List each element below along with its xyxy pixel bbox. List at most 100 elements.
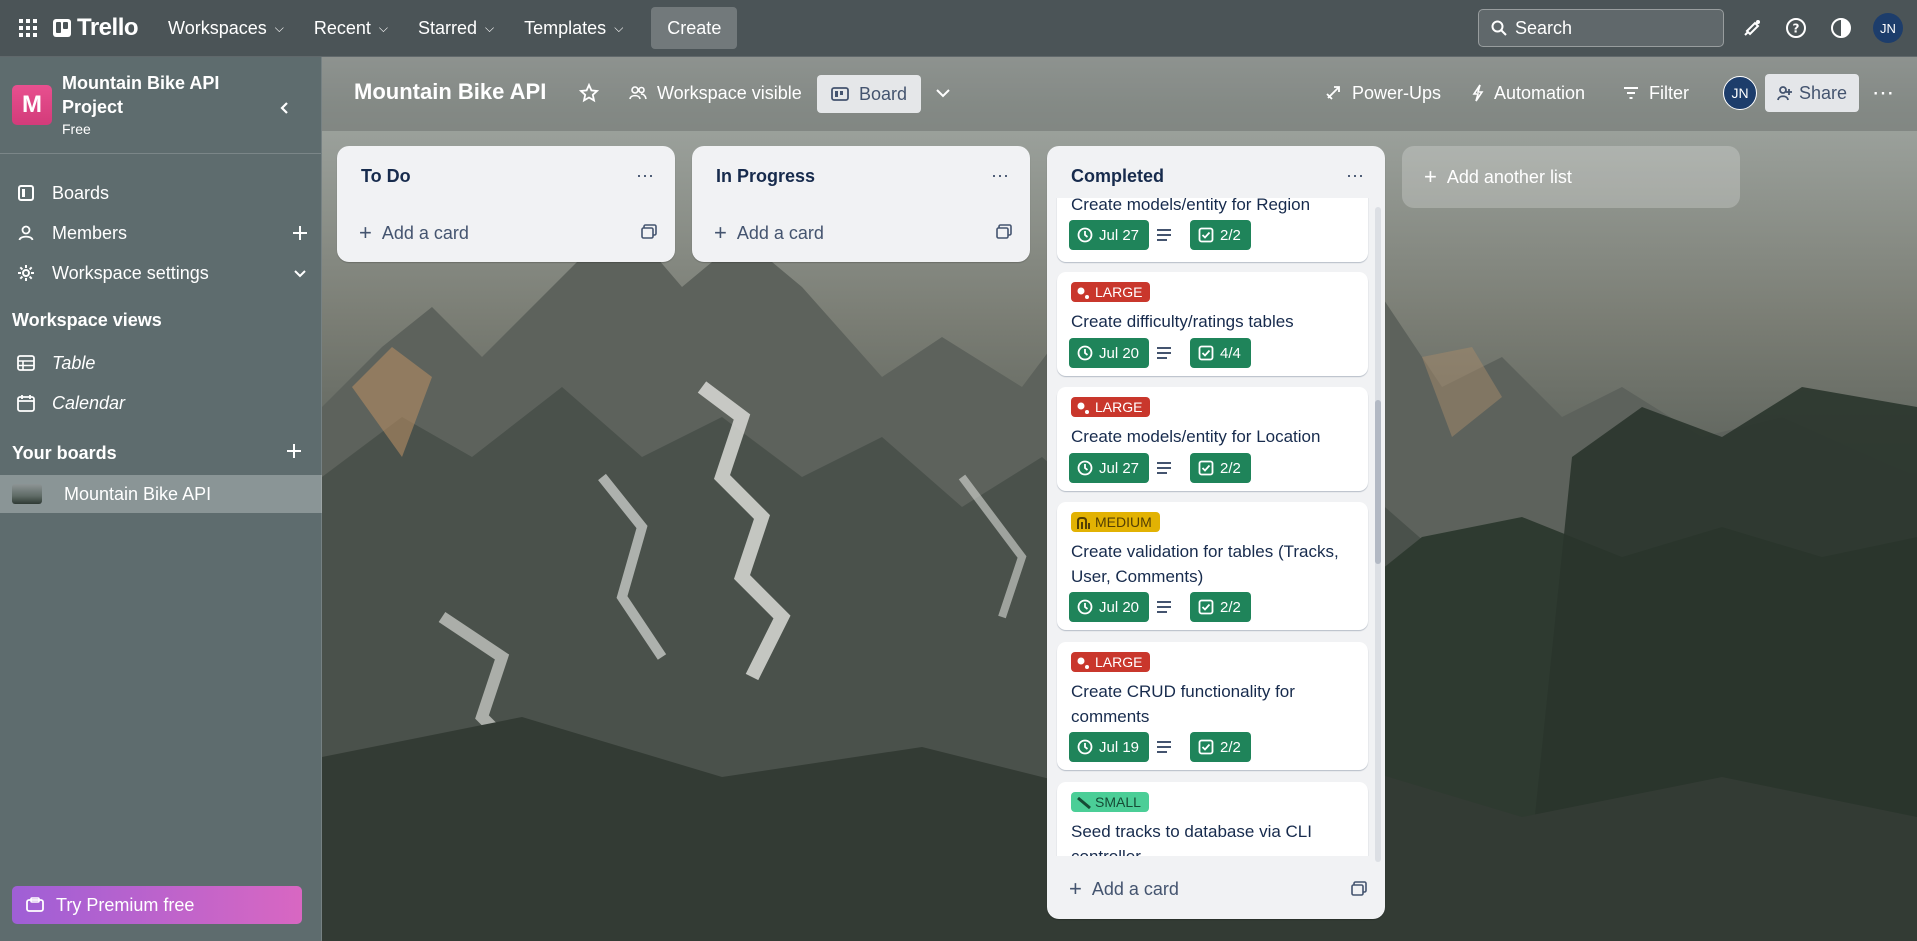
app-name: Trello	[77, 14, 139, 41]
list-menu-icon[interactable]: ⋯	[1346, 166, 1365, 187]
nav-starred[interactable]: Starred ⌵	[406, 11, 506, 45]
nav-templates-label: Templates	[524, 17, 607, 38]
due-date-badge[interactable]: Jul 27	[1069, 453, 1150, 483]
checkbox-icon	[1198, 599, 1214, 615]
board-thumbnail	[12, 484, 42, 504]
visibility-label: Workspace visible	[657, 82, 802, 103]
card[interactable]: LARGE Create CRUD functionality for comm…	[1057, 642, 1368, 770]
workspace-header: M Mountain Bike API Project Free	[0, 57, 321, 154]
list-title[interactable]: Completed	[1071, 166, 1164, 187]
top-navigation-bar: Trello Workspaces ⌵ Recent ⌵ Starred ⌵ Temp…	[0, 0, 1917, 57]
description-icon	[1156, 740, 1172, 754]
premium-icon	[26, 897, 44, 913]
due-date-badge[interactable]: Jul 20	[1069, 592, 1150, 622]
add-list-button[interactable]: + Add another list	[1402, 146, 1740, 208]
help-icon[interactable]: ?	[1782, 14, 1810, 42]
sidebar-item-table[interactable]: Table	[0, 345, 322, 381]
card-template-icon[interactable]	[996, 224, 1012, 240]
card[interactable]: SMALL Seed tracks to database via CLI co…	[1057, 782, 1368, 856]
card[interactable]: LARGE Create difficulty/ratings tables J…	[1057, 272, 1368, 376]
filter-icon	[1623, 86, 1639, 100]
card[interactable]: MEDIUM Create validation for tables (Tra…	[1057, 502, 1368, 630]
card-title: Seed tracks to database via CLI controll…	[1071, 822, 1312, 856]
add-board-icon[interactable]	[286, 443, 302, 459]
card-title: Create difficulty/ratings tables	[1071, 312, 1294, 331]
card-title: Create models/entity for Location	[1071, 427, 1321, 446]
add-card-button[interactable]: + Add a card	[1069, 874, 1179, 904]
due-date-label: Jul 27	[1099, 226, 1140, 244]
sidebar-item-workspace-settings[interactable]: Workspace settings	[0, 255, 322, 291]
theme-toggle-icon[interactable]	[1827, 14, 1855, 42]
search-input[interactable]: Search	[1478, 9, 1724, 47]
nav-templates[interactable]: Templates ⌵	[512, 11, 635, 45]
collapse-sidebar-icon[interactable]	[270, 93, 300, 123]
table-icon	[16, 355, 36, 371]
workspace-avatar: M	[12, 85, 52, 125]
checklist-badge: 2/2	[1190, 220, 1251, 250]
plus-icon: +	[1069, 876, 1082, 901]
board-member-avatar[interactable]: JN	[1723, 76, 1757, 110]
chevron-down-icon[interactable]	[934, 73, 952, 113]
sidebar-item-boards[interactable]: Boards	[0, 175, 322, 211]
card-template-icon[interactable]	[641, 224, 657, 240]
due-date-badge[interactable]: Jul 20	[1069, 338, 1150, 368]
power-ups-label: Power-Ups	[1352, 82, 1442, 103]
list-title[interactable]: In Progress	[716, 166, 815, 187]
list-menu-icon[interactable]: ⋯	[991, 166, 1010, 187]
trello-logo[interactable]: Trello	[53, 14, 139, 42]
plus-icon: +	[359, 220, 372, 245]
card-label-small: SMALL	[1071, 792, 1149, 812]
sidebar-board-mountain-bike-api[interactable]: Mountain Bike API	[0, 475, 322, 513]
chevron-down-icon[interactable]	[292, 265, 308, 281]
due-date-badge[interactable]: Jul 27	[1069, 220, 1150, 250]
list-scrollbar-thumb[interactable]	[1375, 400, 1381, 564]
checklist-badge: 2/2	[1190, 453, 1251, 483]
apps-grid-icon[interactable]	[13, 13, 43, 43]
power-ups-button[interactable]: Power-Ups	[1324, 73, 1441, 113]
card-list-scroll-area[interactable]: Create models/entity for Region Jul 27 2…	[1047, 198, 1385, 856]
filter-button[interactable]: Filter	[1623, 73, 1689, 113]
card-label-large: LARGE	[1071, 397, 1151, 417]
more-options-icon[interactable]: ⋯	[1872, 73, 1895, 113]
bell-icon[interactable]	[1738, 14, 1766, 42]
clock-icon	[1077, 345, 1093, 361]
sidebar-item-calendar[interactable]: Calendar	[0, 385, 322, 421]
board-view-button[interactable]: Board	[817, 75, 922, 113]
card-template-icon[interactable]	[1351, 881, 1367, 897]
description-icon	[1156, 228, 1172, 242]
board-title[interactable]: Mountain Bike API	[354, 79, 546, 105]
list-in-progress: In Progress ⋯ + Add a card	[692, 146, 1030, 262]
sidebar-item-members[interactable]: Members	[0, 215, 322, 251]
workspace-plan: Free	[62, 121, 91, 137]
trello-logo-icon	[53, 19, 71, 37]
nav-recent[interactable]: Recent ⌵	[302, 11, 400, 45]
user-avatar[interactable]: JN	[1873, 13, 1903, 43]
add-card-button[interactable]: + Add a card	[714, 218, 824, 248]
card-label-large: LARGE	[1071, 652, 1151, 672]
add-card-label: Add a card	[1091, 878, 1179, 899]
card-label-text: LARGE	[1095, 654, 1143, 670]
workspace-name[interactable]: Mountain Bike API Project	[62, 71, 252, 119]
card-label-text: LARGE	[1095, 284, 1143, 300]
filter-label: Filter	[1649, 82, 1689, 103]
nav-workspaces[interactable]: Workspaces ⌵	[156, 11, 296, 45]
star-icon[interactable]	[579, 73, 599, 113]
checklist-badge: 2/2	[1190, 592, 1251, 622]
list-menu-icon[interactable]: ⋯	[636, 166, 655, 187]
automation-button[interactable]: Automation	[1472, 73, 1585, 113]
card[interactable]: LARGE Create models/entity for Location …	[1057, 387, 1368, 491]
card[interactable]: Create models/entity for Region Jul 27 2…	[1057, 198, 1368, 262]
add-member-icon[interactable]	[292, 225, 308, 241]
try-premium-button[interactable]: Try Premium free	[12, 886, 302, 924]
board-header: Mountain Bike API Workspace visible Boar…	[322, 57, 1917, 131]
visibility-button[interactable]: Workspace visible	[629, 73, 802, 113]
search-icon	[1491, 20, 1507, 36]
due-date-badge[interactable]: Jul 19	[1069, 732, 1150, 762]
create-button[interactable]: Create	[651, 7, 738, 49]
plus-icon: +	[1424, 164, 1437, 189]
sidebar-item-label: Calendar	[52, 392, 126, 413]
card-title: Create validation for tables (Tracks, Us…	[1071, 542, 1339, 586]
add-card-button[interactable]: + Add a card	[359, 218, 469, 248]
list-title[interactable]: To Do	[361, 166, 411, 187]
share-button[interactable]: Share	[1765, 74, 1859, 112]
